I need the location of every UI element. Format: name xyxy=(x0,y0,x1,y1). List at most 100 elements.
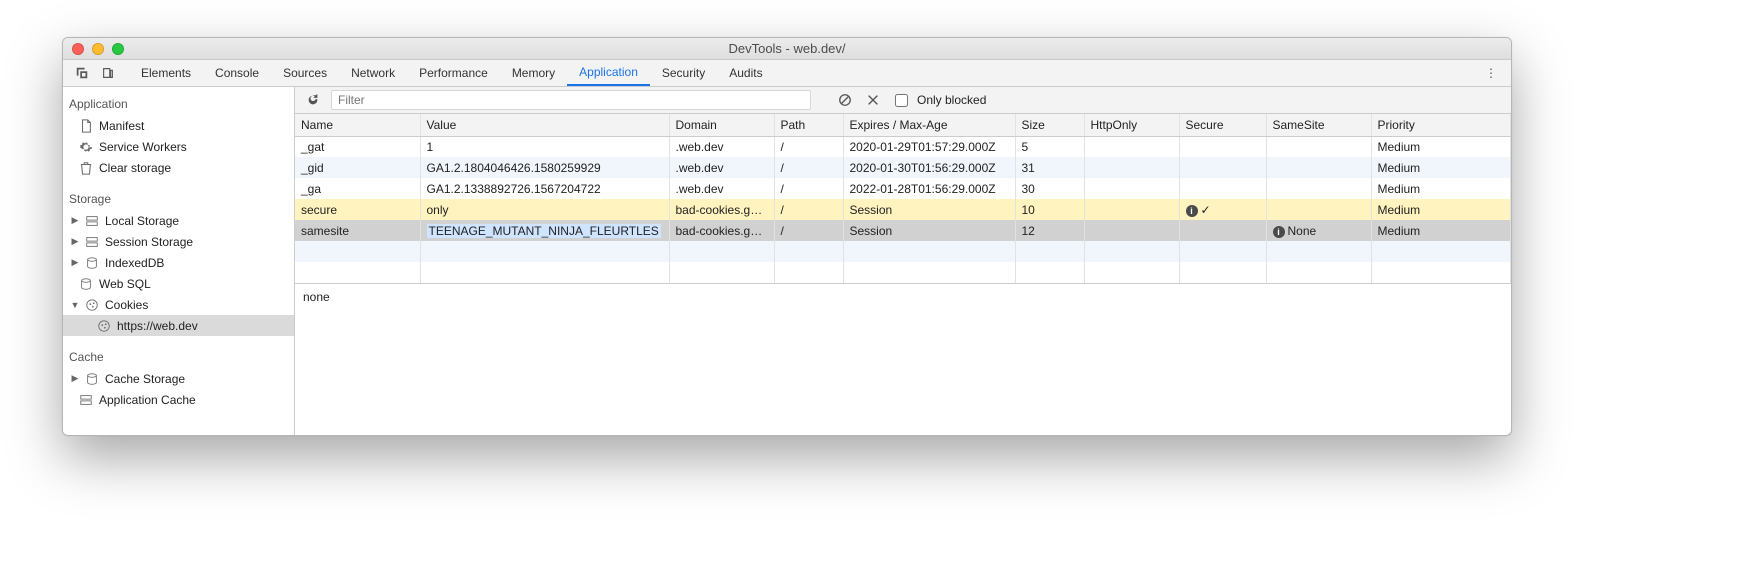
tab-security[interactable]: Security xyxy=(650,60,717,86)
cell-size[interactable]: 12 xyxy=(1015,220,1084,241)
cell-samesite[interactable] xyxy=(1266,157,1371,178)
delete-selected-button[interactable] xyxy=(863,90,883,110)
sidebar-item-service-workers[interactable]: Service Workers xyxy=(63,136,294,157)
cell-domain[interactable]: bad-cookies.g… xyxy=(669,220,774,241)
cell-priority[interactable]: Medium xyxy=(1371,136,1511,157)
cell-samesite[interactable] xyxy=(1266,178,1371,199)
sidebar-item-cookies[interactable]: ▼ Cookies xyxy=(63,294,294,315)
chevron-right-icon: ▶ xyxy=(71,257,79,268)
cell-httponly[interactable] xyxy=(1084,220,1179,241)
cell-name[interactable]: _gid xyxy=(295,157,420,178)
tab-elements[interactable]: Elements xyxy=(129,60,203,86)
cell-domain[interactable]: .web.dev xyxy=(669,136,774,157)
sidebar-item-local-storage[interactable]: ▶ Local Storage xyxy=(63,210,294,231)
col-domain[interactable]: Domain xyxy=(669,114,774,136)
table-row[interactable]: _gat1.web.dev/2020-01-29T01:57:29.000Z5 M… xyxy=(295,136,1511,157)
cell-expires[interactable]: 2022-01-28T01:56:29.000Z xyxy=(843,178,1015,199)
cell-secure[interactable] xyxy=(1179,157,1266,178)
cell-secure[interactable] xyxy=(1179,178,1266,199)
cell-name[interactable]: samesite xyxy=(295,220,420,241)
more-options-icon[interactable]: ⋮ xyxy=(1479,60,1503,86)
cell-samesite[interactable] xyxy=(1266,199,1371,220)
table-row[interactable]: _gaGA1.2.1338892726.1567204722.web.dev/2… xyxy=(295,178,1511,199)
cell-path[interactable]: / xyxy=(774,199,843,220)
col-expires[interactable]: Expires / Max-Age xyxy=(843,114,1015,136)
cell-expires[interactable]: Session xyxy=(843,199,1015,220)
sidebar-item-cookie-origin[interactable]: https://web.dev xyxy=(63,315,294,336)
cell-size[interactable]: 30 xyxy=(1015,178,1084,199)
table-row[interactable]: secureonlybad-cookies.g…/Session10 i✓ Medi… xyxy=(295,199,1511,220)
cell-httponly[interactable] xyxy=(1084,157,1179,178)
col-priority[interactable]: Priority xyxy=(1371,114,1511,136)
col-name[interactable]: Name xyxy=(295,114,420,136)
cell-value[interactable]: GA1.2.1804046426.1580259929 xyxy=(420,157,669,178)
col-samesite[interactable]: SameSite xyxy=(1266,114,1371,136)
cell-expires[interactable]: 2020-01-29T01:57:29.000Z xyxy=(843,136,1015,157)
inspect-element-icon[interactable] xyxy=(69,66,95,80)
only-blocked-toggle[interactable]: Only blocked xyxy=(891,91,986,110)
sidebar-item-session-storage[interactable]: ▶ Session Storage xyxy=(63,231,294,252)
tab-console[interactable]: Console xyxy=(203,60,271,86)
cell-expires[interactable]: Session xyxy=(843,220,1015,241)
col-value[interactable]: Value xyxy=(420,114,669,136)
cell-size[interactable]: 31 xyxy=(1015,157,1084,178)
tab-memory[interactable]: Memory xyxy=(500,60,567,86)
sidebar-item-web-sql[interactable]: Web SQL xyxy=(63,273,294,294)
cell-samesite[interactable]: iNone xyxy=(1266,220,1371,241)
cell-priority[interactable]: Medium xyxy=(1371,157,1511,178)
cell-name[interactable]: _ga xyxy=(295,178,420,199)
cell-path[interactable]: / xyxy=(774,178,843,199)
cell-name[interactable]: _gat xyxy=(295,136,420,157)
cell-path[interactable]: / xyxy=(774,136,843,157)
value-editing[interactable]: TEENAGE_MUTANT_NINJA_FLEURTLES xyxy=(427,224,661,238)
cell-size[interactable]: 5 xyxy=(1015,136,1084,157)
cell-value[interactable]: TEENAGE_MUTANT_NINJA_FLEURTLES xyxy=(420,220,669,241)
cell-priority[interactable]: Medium xyxy=(1371,199,1511,220)
table-row[interactable]: samesite TEENAGE_MUTANT_NINJA_FLEURTLES ba… xyxy=(295,220,1511,241)
col-httponly[interactable]: HttpOnly xyxy=(1084,114,1179,136)
sidebar-item-clear-storage[interactable]: Clear storage xyxy=(63,157,294,178)
cell-path[interactable]: / xyxy=(774,220,843,241)
col-path[interactable]: Path xyxy=(774,114,843,136)
sidebar-item-application-cache[interactable]: Application Cache xyxy=(63,389,294,410)
col-secure[interactable]: Secure xyxy=(1179,114,1266,136)
clear-all-button[interactable] xyxy=(835,90,855,110)
cell-value[interactable]: GA1.2.1338892726.1567204722 xyxy=(420,178,669,199)
minimize-window-button[interactable] xyxy=(92,43,104,55)
sidebar-item-manifest[interactable]: Manifest xyxy=(63,115,294,136)
cell-httponly[interactable] xyxy=(1084,136,1179,157)
tab-performance[interactable]: Performance xyxy=(407,60,500,86)
refresh-button[interactable] xyxy=(303,90,323,110)
cell-domain[interactable]: bad-cookies.g… xyxy=(669,199,774,220)
cell-path[interactable]: / xyxy=(774,157,843,178)
tab-sources[interactable]: Sources xyxy=(271,60,339,86)
cell-value[interactable]: only xyxy=(420,199,669,220)
col-size[interactable]: Size xyxy=(1015,114,1084,136)
cell-httponly[interactable] xyxy=(1084,178,1179,199)
cell-secure[interactable]: i✓ xyxy=(1179,199,1266,220)
cell-expires[interactable]: 2020-01-30T01:56:29.000Z xyxy=(843,157,1015,178)
cell-value[interactable]: 1 xyxy=(420,136,669,157)
sidebar-item-label: Session Storage xyxy=(105,235,193,249)
sidebar-item-cache-storage[interactable]: ▶ Cache Storage xyxy=(63,368,294,389)
cell-domain[interactable]: .web.dev xyxy=(669,178,774,199)
tab-network[interactable]: Network xyxy=(339,60,407,86)
table-row[interactable]: _gidGA1.2.1804046426.1580259929.web.dev/… xyxy=(295,157,1511,178)
cell-secure[interactable] xyxy=(1179,220,1266,241)
cell-size[interactable]: 10 xyxy=(1015,199,1084,220)
cell-priority[interactable]: Medium xyxy=(1371,178,1511,199)
tab-audits[interactable]: Audits xyxy=(717,60,774,86)
only-blocked-checkbox[interactable] xyxy=(895,94,908,107)
tab-application[interactable]: Application xyxy=(567,60,650,86)
cell-priority[interactable]: Medium xyxy=(1371,220,1511,241)
device-toolbar-icon[interactable] xyxy=(95,66,121,80)
cell-samesite[interactable] xyxy=(1266,136,1371,157)
close-window-button[interactable] xyxy=(72,43,84,55)
cell-httponly[interactable] xyxy=(1084,199,1179,220)
cell-domain[interactable]: .web.dev xyxy=(669,157,774,178)
filter-input[interactable] xyxy=(331,90,811,110)
cell-secure[interactable] xyxy=(1179,136,1266,157)
cell-name[interactable]: secure xyxy=(295,199,420,220)
sidebar-item-indexeddb[interactable]: ▶ IndexedDB xyxy=(63,252,294,273)
zoom-window-button[interactable] xyxy=(112,43,124,55)
